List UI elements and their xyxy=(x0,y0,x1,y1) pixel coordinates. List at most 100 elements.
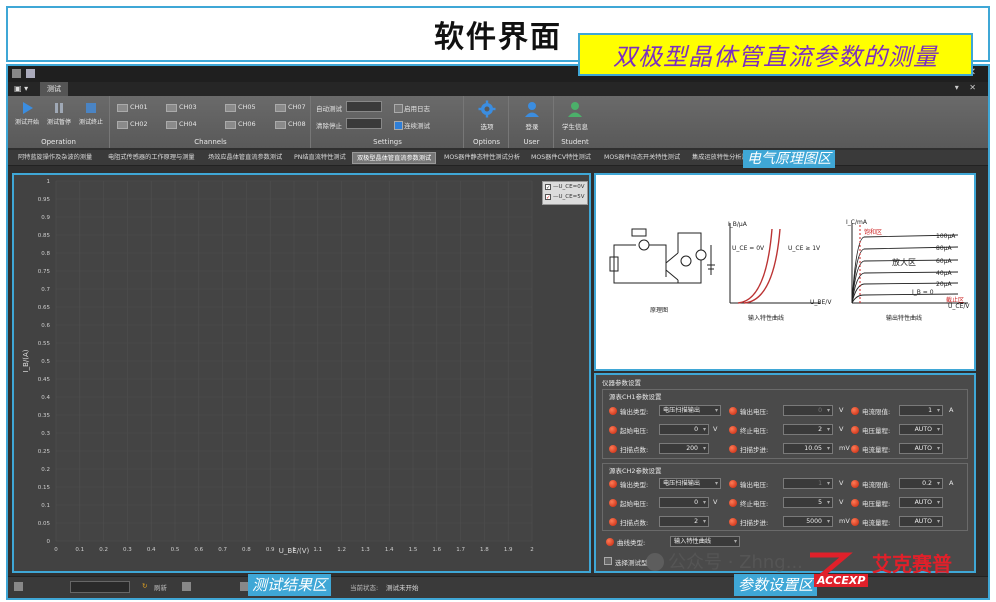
login-button[interactable]: 登录 xyxy=(515,100,549,134)
statusbar-select[interactable] xyxy=(70,581,130,593)
ch1-scan-step-field[interactable]: 10.05 xyxy=(783,443,833,454)
ch1-scan-step-label: 扫描步进: xyxy=(740,446,769,454)
tab-experiment-4[interactable]: PN结直流特性测试 xyxy=(294,152,346,164)
pause-test-button[interactable]: 测试暂停 xyxy=(42,99,76,133)
folder-icon[interactable] xyxy=(14,582,23,591)
app-menu-button[interactable]: ▣ ▾ xyxy=(14,83,36,95)
ch1-start-voltage-field[interactable]: 0 xyxy=(659,424,709,435)
select-test-checkbox[interactable] xyxy=(604,557,612,565)
y-tick-label: 0.55 xyxy=(38,341,51,347)
legend-item-uce5[interactable]: ✓ —U_CE=5V xyxy=(545,194,584,201)
tab-experiment-2[interactable]: 电阻式传感器的工作原理与测量 xyxy=(108,152,195,164)
ch2-scan-step-label: 扫描步进: xyxy=(740,519,769,527)
ib-80-label: 80μA xyxy=(936,245,952,252)
brand-watermark: 艾克赛普 xyxy=(872,552,952,576)
curve-type-select[interactable]: 输入特性曲线 xyxy=(670,536,740,547)
tab-test[interactable]: 测试 xyxy=(40,82,68,96)
channel-ch07[interactable]: CH07 xyxy=(275,101,306,113)
tab-experiment-5[interactable]: 双极型晶体管直流参数测试 xyxy=(352,152,437,164)
ch2-scan-step-field[interactable]: 5000 xyxy=(783,516,833,527)
options-button[interactable]: 选项 xyxy=(470,100,504,134)
refresh-icon[interactable]: ↻ xyxy=(142,582,147,590)
y-axis-label: I_B/(A) xyxy=(22,349,30,372)
legend-item-uce0[interactable]: ✓ —U_CE=0V xyxy=(545,184,585,191)
status-led-icon xyxy=(609,407,617,415)
channel-ch05[interactable]: CH05 xyxy=(225,101,256,113)
ch1-current-range-select[interactable]: AUTO xyxy=(899,443,943,454)
ch2-start-voltage-label: 起始电压: xyxy=(620,500,649,508)
channel-ch03[interactable]: CH03 xyxy=(166,101,197,113)
x-tick-label: 1.1 xyxy=(313,547,322,553)
curve-type-label: 曲线类型: xyxy=(617,539,646,547)
status-led-icon xyxy=(609,445,617,453)
callout-result-area: 测试结果区 xyxy=(248,574,332,596)
x-tick-label: 0.4 xyxy=(147,547,156,553)
stop-test-button[interactable]: 测试终止 xyxy=(74,99,108,133)
tab-experiment-8[interactable]: MOS器件动态开关特性测试 xyxy=(604,152,680,164)
x-tick-label: 0.6 xyxy=(194,547,203,553)
ch2-start-voltage-field[interactable]: 0 xyxy=(659,497,709,508)
ch2-end-voltage-field[interactable]: 5 xyxy=(783,497,833,508)
y-tick-label: 0.75 xyxy=(38,269,51,275)
tab-experiment-1[interactable]: 阿特蓝旋操作及杂波的测量 xyxy=(18,152,92,164)
x-tick-label: 1.7 xyxy=(456,547,465,553)
student-info-button[interactable]: 学生信息 xyxy=(558,100,592,134)
app-window: — ⧉ ✕ ▣ ▾ 测试 ▾ ✕ 测试开始 测试暂停 测试终止 Operatio… xyxy=(6,64,990,600)
ribbon-group-channels: CH01 CH02 CH03 CH04 CH05 CH06 CH07 CH08 … xyxy=(111,96,311,148)
y-tick-label: 0.35 xyxy=(38,413,51,419)
tabbar-right-controls[interactable]: ▾ ✕ xyxy=(955,83,980,92)
x-tick-label: 0.7 xyxy=(218,547,227,553)
tab-experiment-3[interactable]: 场效应晶体管直流参数测试 xyxy=(208,152,282,164)
ch2-current-limit-unit: A xyxy=(949,479,954,487)
tab-experiment-6[interactable]: MOS器件静态特性测试分析 xyxy=(444,152,520,164)
channel-ch01[interactable]: CH01 xyxy=(117,101,148,113)
continuous-test-checkbox[interactable]: 连续测试 xyxy=(394,120,430,130)
stop-test-label: 测试终止 xyxy=(78,119,103,126)
refresh-label[interactable]: 刷新 xyxy=(154,582,167,592)
y-tick-label: 0.85 xyxy=(38,233,51,239)
ic-axis-label: I_C/mA xyxy=(846,219,867,226)
x-tick-label: 1.4 xyxy=(385,547,394,553)
ribbon-group-user: 登录 User xyxy=(510,96,554,148)
auto-test-field[interactable] xyxy=(346,101,382,112)
y-tick-label: 0.45 xyxy=(38,377,51,383)
callout-circuit-area: 电气原理图区 xyxy=(743,150,835,168)
document-icon[interactable] xyxy=(182,582,191,591)
status-led-icon xyxy=(851,426,859,434)
ribbon-group-title-channels: Channels xyxy=(194,138,227,146)
channel-ch02[interactable]: CH02 xyxy=(117,118,148,130)
legend-label-uce0: —U_CE=0V xyxy=(553,184,585,190)
ch1-voltage-range-label: 电压量程: xyxy=(862,427,891,435)
ch1-scan-points-field[interactable]: 200 xyxy=(659,443,709,454)
x-axis-label: U_BE/(V) xyxy=(279,547,310,555)
ch1-row-1: 输出类型: 电压扫描输出 输出电压: 0V 电流限值: 1A xyxy=(603,404,969,418)
start-test-button[interactable]: 测试开始 xyxy=(10,99,44,133)
amplify-region-label: 放大区 xyxy=(892,258,916,267)
ch2-current-limit-field[interactable]: 0.2 xyxy=(899,478,943,489)
enable-log-checkbox[interactable]: 启用日志 xyxy=(394,103,430,113)
ch1-row-3: 扫描点数: 200 扫描步进: 10.05 mV 电流量程: AUTO xyxy=(603,442,969,456)
clear-stop-field[interactable] xyxy=(346,118,382,129)
ch2-output-type-select[interactable]: 电压扫描输出 xyxy=(659,478,721,489)
ch2-output-voltage-field[interactable]: 1 xyxy=(783,478,833,489)
channel-ch06[interactable]: CH06 xyxy=(225,118,256,130)
x-tick-label: 0.2 xyxy=(99,547,108,553)
ch1-voltage-range-select[interactable]: AUTO xyxy=(899,424,943,435)
tab-experiment-7[interactable]: MOS器件CV特性测试 xyxy=(531,152,591,164)
ch2-scan-points-field[interactable]: 2 xyxy=(659,516,709,527)
ib-20-label: 20μA xyxy=(936,281,952,288)
ch1-output-type-select[interactable]: 电压扫描输出 xyxy=(659,405,721,416)
ch1-end-voltage-field[interactable]: 2 xyxy=(783,424,833,435)
channel-ch04[interactable]: CH04 xyxy=(166,118,197,130)
channel-ch08[interactable]: CH08 xyxy=(275,118,306,130)
status-led-icon xyxy=(729,518,737,526)
status-led-icon xyxy=(729,407,737,415)
ch2-current-range-select[interactable]: AUTO xyxy=(899,516,943,527)
status-led-icon xyxy=(609,499,617,507)
play-icon xyxy=(23,102,33,114)
ch1-current-limit-field[interactable]: 1 xyxy=(899,405,943,416)
wechat-watermark-text: 公众号 · Zhng... xyxy=(668,552,803,573)
status-led-icon xyxy=(729,499,737,507)
ch2-voltage-range-select[interactable]: AUTO xyxy=(899,497,943,508)
ch1-output-voltage-field[interactable]: 0 xyxy=(783,405,833,416)
